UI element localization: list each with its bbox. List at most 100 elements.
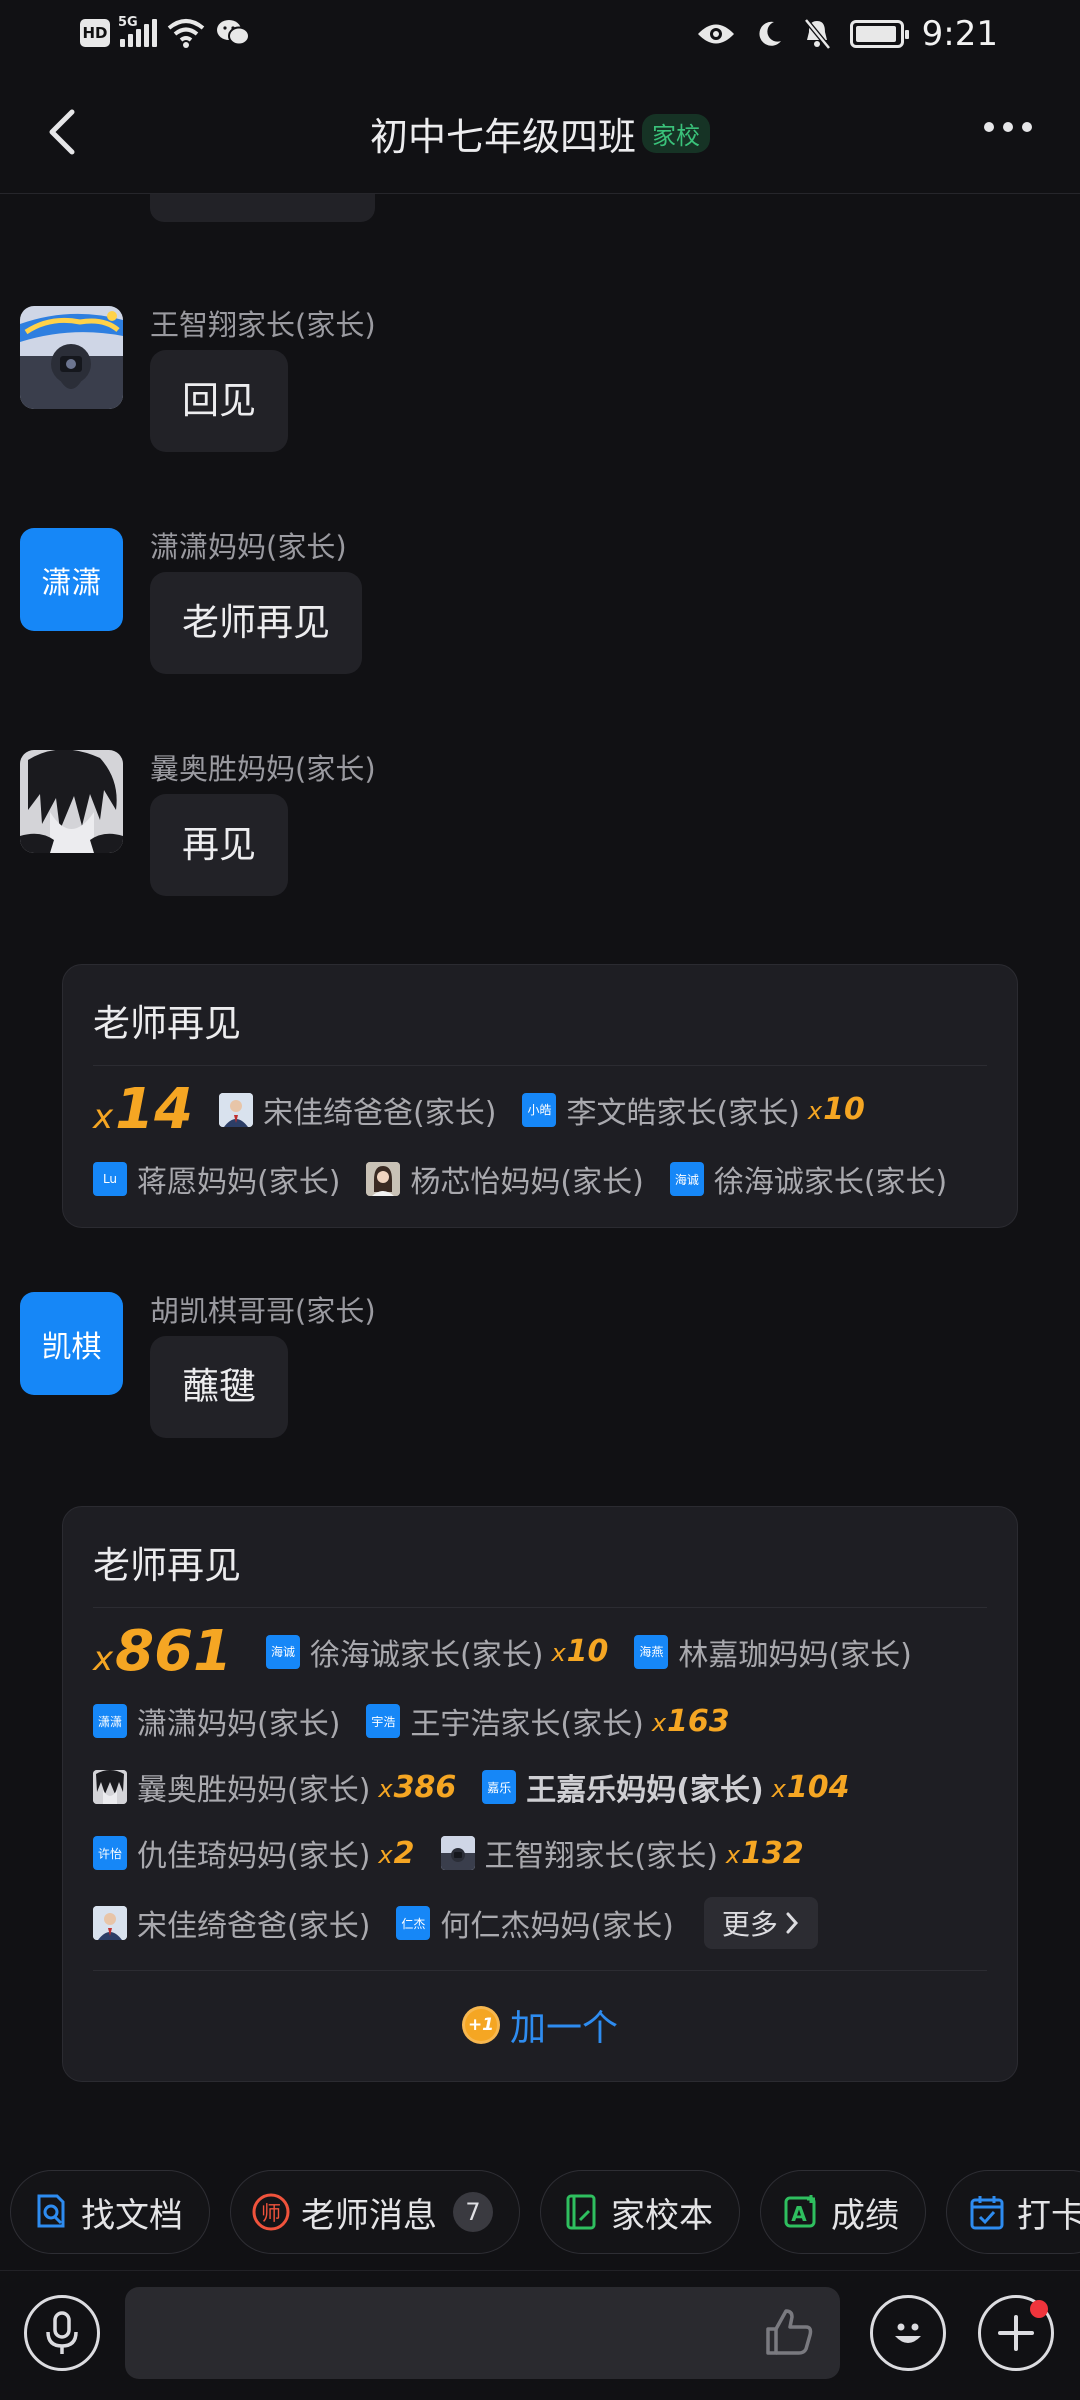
reactor-item[interactable]: 王智翔家长(家长) x 132 <box>440 1831 804 1875</box>
reactor-avatar: 海诚 <box>266 1634 301 1669</box>
reaction-row: 曩奥胜妈妈(家长) x 386 嘉乐 王嘉乐妈妈(家长) x 104 <box>93 1765 850 1809</box>
reactor-name: 潇潇妈妈(家长) <box>137 1707 341 1742</box>
reactor-multiplier: x 104 <box>771 1769 850 1805</box>
reactor-name: 宋佳绮爸爸(家长) <box>137 1909 371 1944</box>
chip-label: 老师消息 <box>301 2195 437 2236</box>
reactor-avatar <box>219 1092 254 1127</box>
message-bubble[interactable]: 回见 <box>150 350 288 452</box>
sender-name: 王智翔家长(家长) <box>150 308 376 342</box>
reaction-card[interactable]: 老师再见 x 14 宋佳绮爸爸(家长) 小皓 李文皓家长(家长) x 10 Lu 蒋… <box>62 964 1018 1228</box>
chip-home-school-book[interactable]: 家校本 <box>540 2170 740 2254</box>
reactor-name: 曩奥胜妈妈(家长) <box>137 1773 371 1808</box>
chip-find-document[interactable]: 找文档 <box>10 2170 210 2254</box>
reactor-avatar: 嘉乐 <box>482 1770 517 1804</box>
more-label: 更多 <box>721 1908 778 1941</box>
chip-label: 找文档 <box>81 2195 183 2236</box>
reactor-avatar <box>93 1770 127 1804</box>
reactor-item[interactable]: 宋佳绮爸爸(家长) <box>219 1088 496 1132</box>
eye-comfort-icon <box>697 24 734 44</box>
reactor-name: 宋佳绮爸爸(家长) <box>263 1095 497 1131</box>
clock: 9:21 <box>921 14 998 54</box>
reactor-item[interactable]: 许怡 仇佳琦妈妈(家长) x2 <box>93 1831 415 1875</box>
voice-button[interactable] <box>24 2295 100 2371</box>
reactor-avatar: 小皓 <box>522 1092 557 1127</box>
chip-teacher-messages[interactable]: 师 老师消息 7 <box>230 2170 520 2254</box>
reactor-name: 杨芯怡妈妈(家长) <box>410 1165 644 1200</box>
reactor-item[interactable]: 仁杰 何仁杰妈妈(家长) <box>396 1901 674 1945</box>
reactor-name: 蒋愿妈妈(家长) <box>137 1165 341 1200</box>
reactor-item[interactable]: 海诚 徐海诚家长(家长) x 10 <box>266 1630 608 1674</box>
more-options-button[interactable] <box>984 122 1032 132</box>
reactor-item[interactable]: Lu 蒋愿妈妈(家长) <box>93 1157 340 1201</box>
notification-dot <box>1030 2300 1048 2318</box>
wifi-icon <box>167 19 205 48</box>
message-bubble[interactable]: 再见 <box>150 794 288 896</box>
chat-header: 初中七年级四班 家校 <box>0 72 1080 194</box>
avatar[interactable] <box>20 306 123 409</box>
chip-label: 打卡 <box>1017 2195 1080 2236</box>
avatar[interactable]: 凯棋 <box>20 1292 123 1395</box>
avatar[interactable] <box>20 750 123 853</box>
divider <box>93 1970 987 1971</box>
reactor-item[interactable]: 潇潇 潇潇妈妈(家长) <box>93 1699 340 1743</box>
plus-one-label: 加一个 <box>509 2008 618 2049</box>
page-title: 初中七年级四班 <box>369 115 636 159</box>
reactor-multiplier: x 10 <box>807 1092 865 1127</box>
reactor-name: 仇佳琦妈妈(家长) <box>137 1839 371 1874</box>
reactor-multiplier: x 386 <box>378 1769 457 1805</box>
chip-check-in[interactable]: 打卡 <box>946 2170 1080 2254</box>
plus-one-button[interactable]: +1 加一个 <box>63 1999 1017 2051</box>
message-bubble[interactable]: 老师再见 <box>150 572 362 674</box>
search-doc-icon <box>37 2194 65 2228</box>
teacher-icon: 师 <box>252 2193 290 2231</box>
reactor-name: 李文皓家长(家长) <box>566 1095 800 1131</box>
chip-grades[interactable]: A 成绩 <box>760 2170 926 2254</box>
network-type: 5G <box>118 15 138 30</box>
divider <box>93 1065 987 1066</box>
checkin-icon <box>970 2196 1004 2230</box>
emoji-button[interactable] <box>870 2295 946 2371</box>
reaction-row: x 14 宋佳绮爸爸(家长) 小皓 李文皓家长(家长) x 10 <box>93 1077 865 1142</box>
reaction-card[interactable]: 老师再见 x 861 海诚 徐海诚家长(家长) x 10 海燕 林嘉珈妈妈(家长) … <box>62 1506 1018 2082</box>
thumbs-up-icon[interactable] <box>762 2305 816 2359</box>
reactor-multiplier: x 132 <box>725 1835 804 1871</box>
reactor-multiplier: x 163 <box>651 1703 730 1739</box>
reactor-item[interactable]: 宇浩 王宇浩家长(家长) x 163 <box>366 1699 730 1743</box>
plus-icon <box>998 2315 1034 2351</box>
reactor-avatar: 海诚 <box>669 1162 704 1196</box>
reactor-item[interactable]: 宋佳绮爸爸(家长) <box>93 1901 370 1945</box>
chip-label: 家校本 <box>611 2195 713 2236</box>
chip-label: 成绩 <box>831 2195 899 2236</box>
home-school-tag: 家校 <box>642 114 710 153</box>
reactor-avatar: 仁杰 <box>396 1906 431 1940</box>
add-more-button[interactable] <box>978 2295 1054 2371</box>
reactor-avatar: 潇潇 <box>93 1704 127 1738</box>
reactor-item[interactable]: 海诚 徐海诚家长(家长) <box>669 1157 947 1201</box>
reactor-avatar: 宇浩 <box>366 1704 401 1738</box>
reactor-item[interactable]: 曩奥胜妈妈(家长) x 386 <box>93 1765 456 1809</box>
battery-icon <box>849 20 909 48</box>
avatar[interactable]: 潇潇 <box>20 528 123 631</box>
notebook-icon <box>566 2194 596 2230</box>
smile-icon <box>895 2323 921 2343</box>
reactor-multiplier: x2 <box>378 1835 415 1871</box>
moon-icon <box>759 21 781 46</box>
chevron-right-icon <box>786 1912 798 1934</box>
reactor-item[interactable]: 杨芯怡妈妈(家长) <box>366 1157 644 1201</box>
reaction-row: 潇潇 潇潇妈妈(家长) 宇浩 王宇浩家长(家长) x 163 <box>93 1699 730 1743</box>
reactor-avatar <box>440 1836 475 1870</box>
more-reactors-button[interactable]: 更多 <box>703 1897 818 1949</box>
reactor-multiplier: x 10 <box>551 1634 609 1669</box>
reaction-row: Lu 蒋愿妈妈(家长) 杨芯怡妈妈(家长) 海诚 徐海诚家长(家长) <box>93 1157 947 1201</box>
sender-name: 潇潇妈妈(家长) <box>150 530 347 564</box>
message-bubble[interactable]: 蘸毽 <box>150 1336 288 1438</box>
reactor-item[interactable]: 小皓 李文皓家长(家长) x 10 <box>522 1088 865 1132</box>
reactor-item[interactable]: 嘉乐 王嘉乐妈妈(家长) x 104 <box>482 1765 850 1809</box>
signal-icon: 5G <box>118 15 157 47</box>
reactor-avatar: Lu <box>93 1162 127 1196</box>
reaction-row: 许怡 仇佳琦妈妈(家长) x2 王智翔家长(家长) x 132 <box>93 1831 804 1875</box>
reactor-avatar <box>93 1906 127 1940</box>
message-input[interactable] <box>125 2287 840 2379</box>
reactor-item[interactable]: 海燕 林嘉珈妈妈(家长) <box>634 1630 912 1674</box>
chat-area[interactable]: 王智翔家长(家长) 回见 潇潇 潇潇妈妈(家长) 老师再见 曩奥胜妈妈(家长) … <box>0 194 1080 2154</box>
